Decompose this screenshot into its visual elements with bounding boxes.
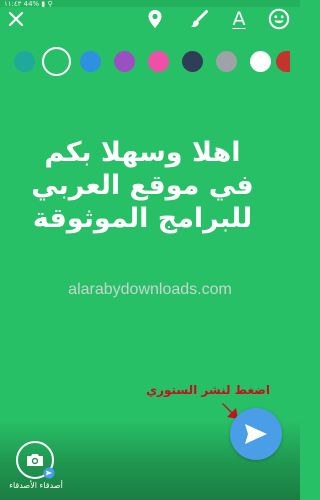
story-line-2: في موقع العربي: [31, 170, 254, 201]
audience-button[interactable]: [16, 441, 55, 479]
send-button[interactable]: [230, 408, 282, 460]
text-tool-label: A: [232, 7, 246, 30]
top-toolbar: A: [0, 6, 300, 34]
watermark: alarabydownloads.com: [68, 281, 232, 298]
color-swatch-purple[interactable]: [114, 51, 135, 72]
color-swatch-teal[interactable]: [14, 51, 35, 72]
publish-hint: اضغط لنشر الستوري: [146, 383, 270, 397]
color-palette: [10, 47, 292, 76]
story-line-1: اهلا وسهلا بكم: [44, 137, 241, 168]
color-swatch-navy[interactable]: [182, 51, 203, 72]
brush-button[interactable]: [186, 6, 212, 32]
color-swatch-pink[interactable]: [148, 51, 169, 72]
send-badge-icon: [43, 467, 55, 479]
color-swatch-white[interactable]: [250, 51, 271, 72]
color-swatch-blue[interactable]: [80, 51, 101, 72]
audience-label: أصدقاء الأصدقاء: [9, 481, 63, 490]
text-tool-button[interactable]: A: [226, 6, 252, 32]
emoji-icon: [268, 8, 290, 30]
color-swatch-gray[interactable]: [216, 51, 237, 72]
close-icon: [8, 11, 24, 27]
color-swatch-green[interactable]: [42, 47, 71, 76]
emoji-button[interactable]: [266, 6, 292, 32]
close-button[interactable]: [3, 6, 29, 32]
story-line-3: للبرامج الموثوقة: [32, 203, 253, 234]
camera-icon: [27, 454, 43, 466]
location-button[interactable]: [142, 6, 168, 32]
send-icon: [245, 424, 267, 444]
story-text[interactable]: اهلا وسهلا بكم في موقع العربي للبرامج ال…: [20, 136, 265, 235]
brush-icon: [191, 10, 208, 28]
location-pin-icon: [148, 10, 162, 28]
color-swatch-red[interactable]: [276, 51, 290, 72]
